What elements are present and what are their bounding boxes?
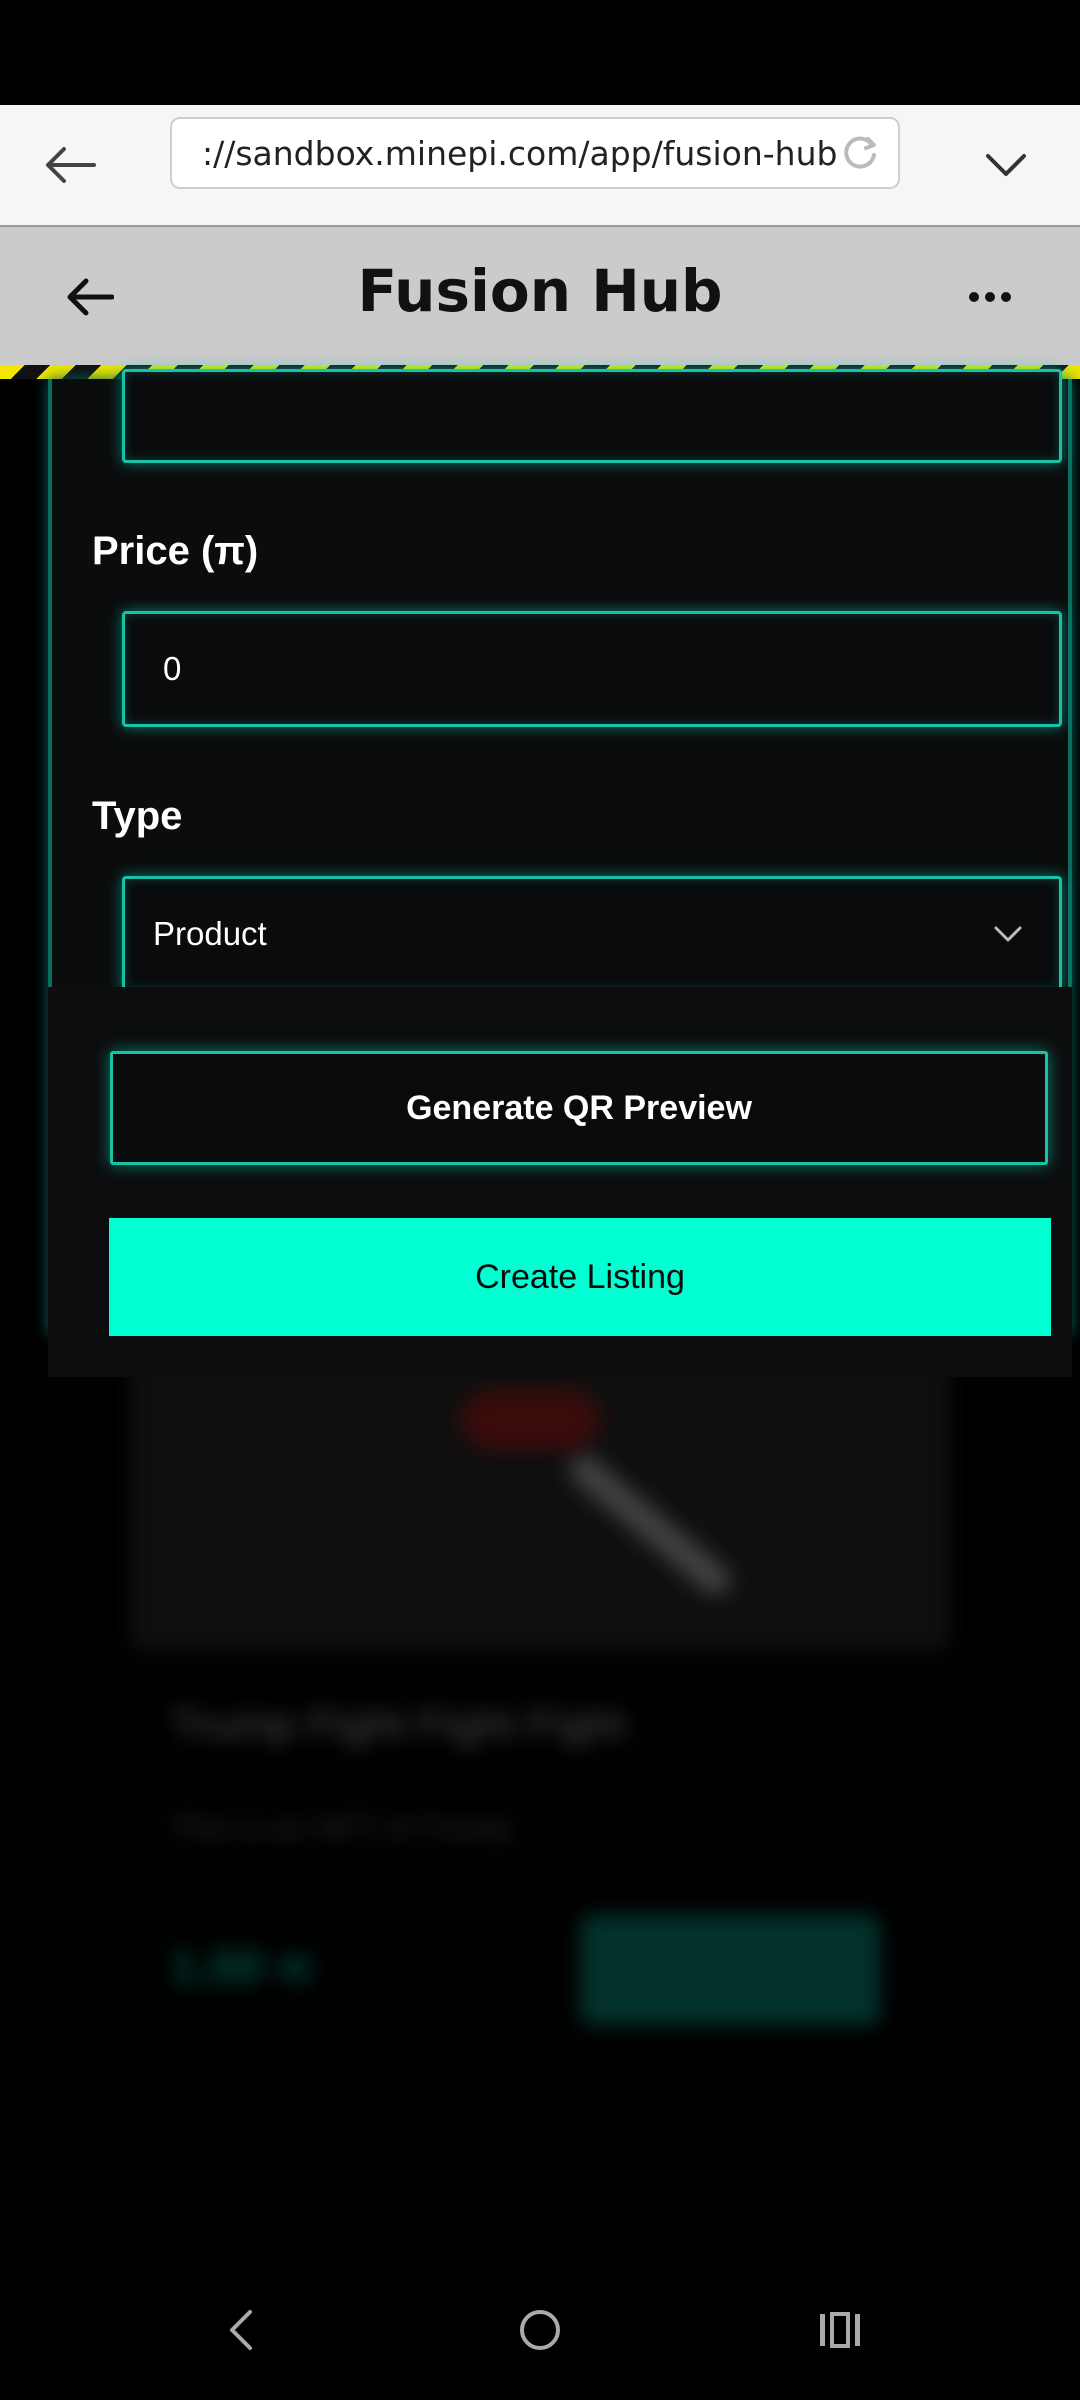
chevron-left-icon — [230, 2310, 252, 2350]
listing-buy-button — [580, 1915, 880, 2025]
browser-menu-button[interactable] — [966, 133, 1046, 197]
back-arrow-icon — [46, 147, 96, 183]
listing-image — [130, 1350, 950, 1650]
price-label: Price (π) — [92, 529, 259, 573]
listing-title: Trump Fight Fight Fight — [170, 1700, 626, 1749]
create-listing-button[interactable]: Create Listing — [109, 1218, 1051, 1336]
type-select-value: Product — [153, 915, 267, 952]
app-header: Fusion Hub — [0, 225, 1080, 365]
price-input-value: 0 — [163, 650, 182, 687]
chevron-down-icon — [994, 926, 1022, 942]
status-bar — [0, 0, 1080, 105]
listing-price: 1.00 π — [170, 1941, 314, 1994]
url-bar[interactable]: ://sandbox.minepi.com/app/fusion-hub — [170, 117, 900, 189]
type-label: Type — [92, 794, 183, 838]
type-select[interactable]: Product — [122, 876, 1062, 992]
system-recents-button[interactable] — [800, 2300, 880, 2360]
reload-icon[interactable] — [838, 131, 882, 175]
recents-icon — [820, 2312, 860, 2348]
browser-bar: ://sandbox.minepi.com/app/fusion-hub — [0, 105, 1080, 225]
browser-back-button[interactable] — [30, 133, 110, 197]
background-listing-card: Trump Fight Fight Fight This is an NFT o… — [130, 1350, 950, 2050]
page-title: Fusion Hub — [357, 257, 723, 325]
home-circle-icon — [520, 2310, 560, 2350]
more-options-button[interactable] — [955, 265, 1025, 329]
price-input[interactable]: 0 — [122, 611, 1062, 727]
chevron-down-icon — [986, 154, 1026, 176]
url-text: ://sandbox.minepi.com/app/fusion-hub — [202, 133, 838, 173]
system-navigation-bar — [0, 2260, 1080, 2400]
previous-field-input[interactable] — [122, 369, 1062, 463]
form-actions: Generate QR Preview Create Listing — [48, 987, 1072, 1377]
generate-qr-preview-button[interactable]: Generate QR Preview — [110, 1051, 1048, 1165]
system-back-button[interactable] — [200, 2300, 280, 2360]
listing-description: This is an NFT of Trump — [170, 1810, 513, 1846]
more-options-icon — [969, 292, 1011, 302]
system-home-button[interactable] — [500, 2300, 580, 2360]
